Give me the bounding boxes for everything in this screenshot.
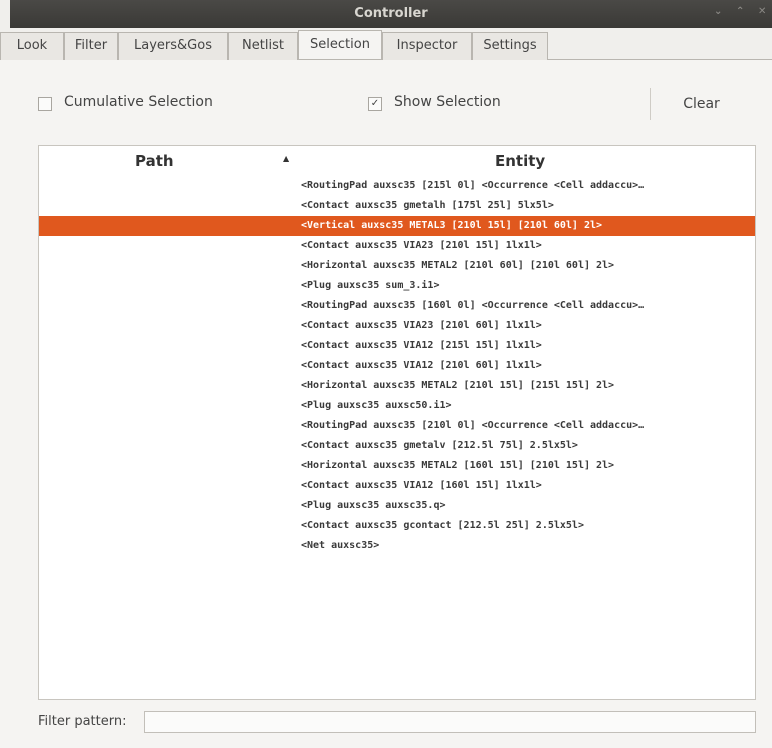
tab-bar: Look Filter Layers&Gos Netlist Selection… [0,30,772,60]
entity-cell: <Contact auxsc35 VIA23 [210l 60l] 1lx1l> [301,320,542,331]
title-bar: Controller ⌄ ⌃ ✕ [10,0,772,28]
tab-layers-gos[interactable]: Layers&Gos [118,32,228,60]
window-title: Controller [354,6,428,21]
tab-look[interactable]: Look [0,32,64,60]
entity-cell: <Plug auxsc35 sum_3.i1> [301,280,440,291]
sort-ascending-icon: ▲ [283,154,290,163]
entity-cell: <Contact auxsc35 gmetalh [175l 25l] 5lx5… [301,200,554,211]
table-row[interactable]: <Contact auxsc35 gcontact [212.5l 25l] 2… [39,516,755,536]
show-selection-label: Show Selection [394,94,501,110]
tab-inspector[interactable]: Inspector [382,32,472,60]
checkmark-icon: ✓ [370,98,380,109]
maximize-icon[interactable]: ⌃ [736,6,744,17]
table-row[interactable]: <RoutingPad auxsc35 [210l 0l] <Occurrenc… [39,416,755,436]
table-row[interactable]: <Contact auxsc35 VIA12 [210l 60l] 1lx1l> [39,356,755,376]
entity-cell: <Horizontal auxsc35 METAL2 [160l 15l] [2… [301,460,615,471]
show-selection-checkbox[interactable]: ✓ [368,97,382,111]
table-row-selected[interactable]: <Vertical auxsc35 METAL3 [210l 15l] [210… [39,216,755,236]
table-row[interactable]: <Plug auxsc35 auxsc50.i1> [39,396,755,416]
clear-button[interactable]: Clear [650,88,752,120]
entity-cell: <Contact auxsc35 VIA12 [215l 15l] 1lx1l> [301,340,542,351]
table-row[interactable]: <Contact auxsc35 VIA12 [215l 15l] 1lx1l> [39,336,755,356]
column-header-path[interactable]: Path [135,152,174,170]
tab-filter[interactable]: Filter [64,32,118,60]
close-icon[interactable]: ✕ [758,6,766,17]
minimize-icon[interactable]: ⌄ [714,6,722,17]
entity-cell: <Contact auxsc35 gmetalv [212.5l 75l] 2.… [301,440,578,451]
cumulative-selection-label: Cumulative Selection [64,94,213,110]
entity-cell: <Contact auxsc35 VIA12 [160l 15l] 1lx1l> [301,480,542,491]
show-selection-option[interactable]: ✓ Show Selection [368,94,568,114]
entity-cell: <Contact auxsc35 gcontact [212.5l 25l] 2… [301,520,584,531]
entity-cell: <Horizontal auxsc35 METAL2 [210l 60l] [2… [301,260,615,271]
entity-cell: <Contact auxsc35 VIA12 [210l 60l] 1lx1l> [301,360,542,371]
table-row[interactable]: <Plug auxsc35 auxsc35.q> [39,496,755,516]
table-body: <RoutingPad auxsc35 [215l 0l] <Occurrenc… [39,176,755,556]
table-row[interactable]: <RoutingPad auxsc35 [160l 0l] <Occurrenc… [39,296,755,316]
entity-cell: <Contact auxsc35 VIA23 [210l 15l] 1lx1l> [301,240,542,251]
table-row[interactable]: <Contact auxsc35 gmetalv [212.5l 75l] 2.… [39,436,755,456]
entity-cell: <RoutingPad auxsc35 [210l 0l] <Occurrenc… [301,420,645,431]
table-row[interactable]: <Horizontal auxsc35 METAL2 [210l 15l] [2… [39,376,755,396]
table-row[interactable]: <RoutingPad auxsc35 [215l 0l] <Occurrenc… [39,176,755,196]
table-row[interactable]: <Contact auxsc35 VIA23 [210l 60l] 1lx1l> [39,316,755,336]
entity-cell: <Net auxsc35> [301,540,380,551]
cumulative-selection-checkbox[interactable] [38,97,52,111]
cumulative-selection-option[interactable]: Cumulative Selection [38,94,288,114]
entity-cell: <RoutingPad auxsc35 [215l 0l] <Occurrenc… [301,180,645,191]
entity-cell: <Plug auxsc35 auxsc50.i1> [301,400,452,411]
tab-settings[interactable]: Settings [472,32,548,60]
table-row[interactable]: <Plug auxsc35 sum_3.i1> [39,276,755,296]
entity-cell: <RoutingPad auxsc35 [160l 0l] <Occurrenc… [301,300,645,311]
entity-cell: <Horizontal auxsc35 METAL2 [210l 15l] [2… [301,380,615,391]
table-row[interactable]: <Net auxsc35> [39,536,755,556]
table-row[interactable]: <Contact auxsc35 VIA12 [160l 15l] 1lx1l> [39,476,755,496]
table-row[interactable]: <Contact auxsc35 gmetalh [175l 25l] 5lx5… [39,196,755,216]
table-header: Path ▲ Entity [39,146,755,176]
entity-cell: <Plug auxsc35 auxsc35.q> [301,500,446,511]
table-row[interactable]: <Horizontal auxsc35 METAL2 [160l 15l] [2… [39,456,755,476]
table-row[interactable]: <Horizontal auxsc35 METAL2 [210l 60l] [2… [39,256,755,276]
selection-table: Path ▲ Entity <RoutingPad auxsc35 [215l … [38,145,756,700]
table-row[interactable]: <Contact auxsc35 VIA23 [210l 15l] 1lx1l> [39,236,755,256]
column-header-entity[interactable]: Entity [495,152,545,170]
filter-pattern-label: Filter pattern: [38,714,127,729]
tab-selection[interactable]: Selection [298,30,382,59]
filter-pattern-input[interactable] [144,711,756,733]
entity-cell: <Vertical auxsc35 METAL3 [210l 15l] [210… [301,220,603,231]
tab-netlist[interactable]: Netlist [228,32,298,60]
